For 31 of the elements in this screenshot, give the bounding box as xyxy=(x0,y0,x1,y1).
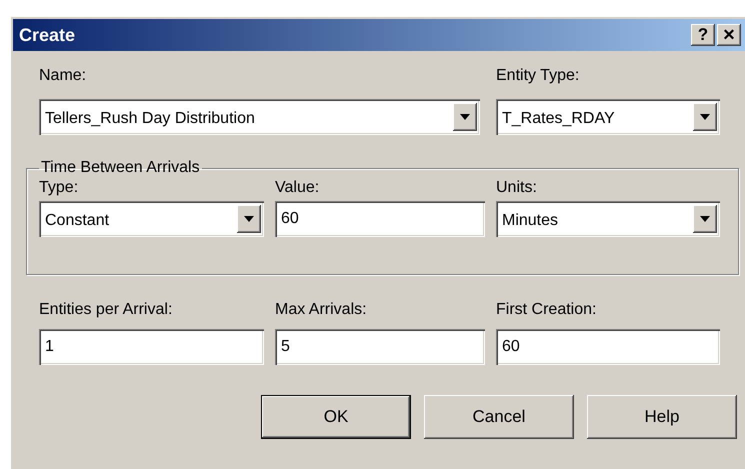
dropdown-field[interactable]: Tellers_Rush Day Distribution xyxy=(39,99,480,135)
close-button[interactable]: × xyxy=(717,24,741,46)
field-label: Type: xyxy=(39,178,80,198)
field-label: First Creation: xyxy=(496,300,598,320)
dialog-button[interactable]: Help xyxy=(587,395,737,439)
dropdown-arrow-button[interactable] xyxy=(453,103,477,131)
input-field[interactable]: 5 xyxy=(275,329,485,365)
input-field[interactable]: 60 xyxy=(496,329,720,365)
dropdown-field[interactable]: T_Rates_RDAY xyxy=(496,99,720,135)
field-label: Entities per Arrival: xyxy=(39,300,174,320)
dropdown-arrow-button[interactable] xyxy=(693,103,717,131)
group-title: Time Between Arrivals xyxy=(40,159,201,177)
help-button[interactable]: ? xyxy=(691,24,715,46)
dropdown-arrow-button[interactable] xyxy=(237,205,261,233)
dialog-button[interactable]: Cancel xyxy=(424,395,574,439)
down-triangle-icon xyxy=(700,114,710,120)
dropdown-field[interactable]: Minutes xyxy=(496,201,720,237)
down-triangle-icon xyxy=(244,216,254,222)
window-title: Create xyxy=(19,24,76,46)
input-field[interactable]: 60 xyxy=(275,201,485,237)
dropdown-field[interactable]: Constant xyxy=(39,201,264,237)
field-label: Max Arrivals: xyxy=(275,300,368,320)
field-label: Value: xyxy=(275,178,320,198)
field-label: Name: xyxy=(39,66,88,86)
field-label: Entity Type: xyxy=(496,66,580,86)
input-field[interactable]: 1 xyxy=(39,329,264,365)
down-triangle-icon xyxy=(700,216,710,222)
field-label: Units: xyxy=(496,178,538,198)
dialog-button[interactable]: OK xyxy=(261,395,411,439)
dropdown-arrow-button[interactable] xyxy=(693,205,717,233)
down-triangle-icon xyxy=(460,114,470,120)
